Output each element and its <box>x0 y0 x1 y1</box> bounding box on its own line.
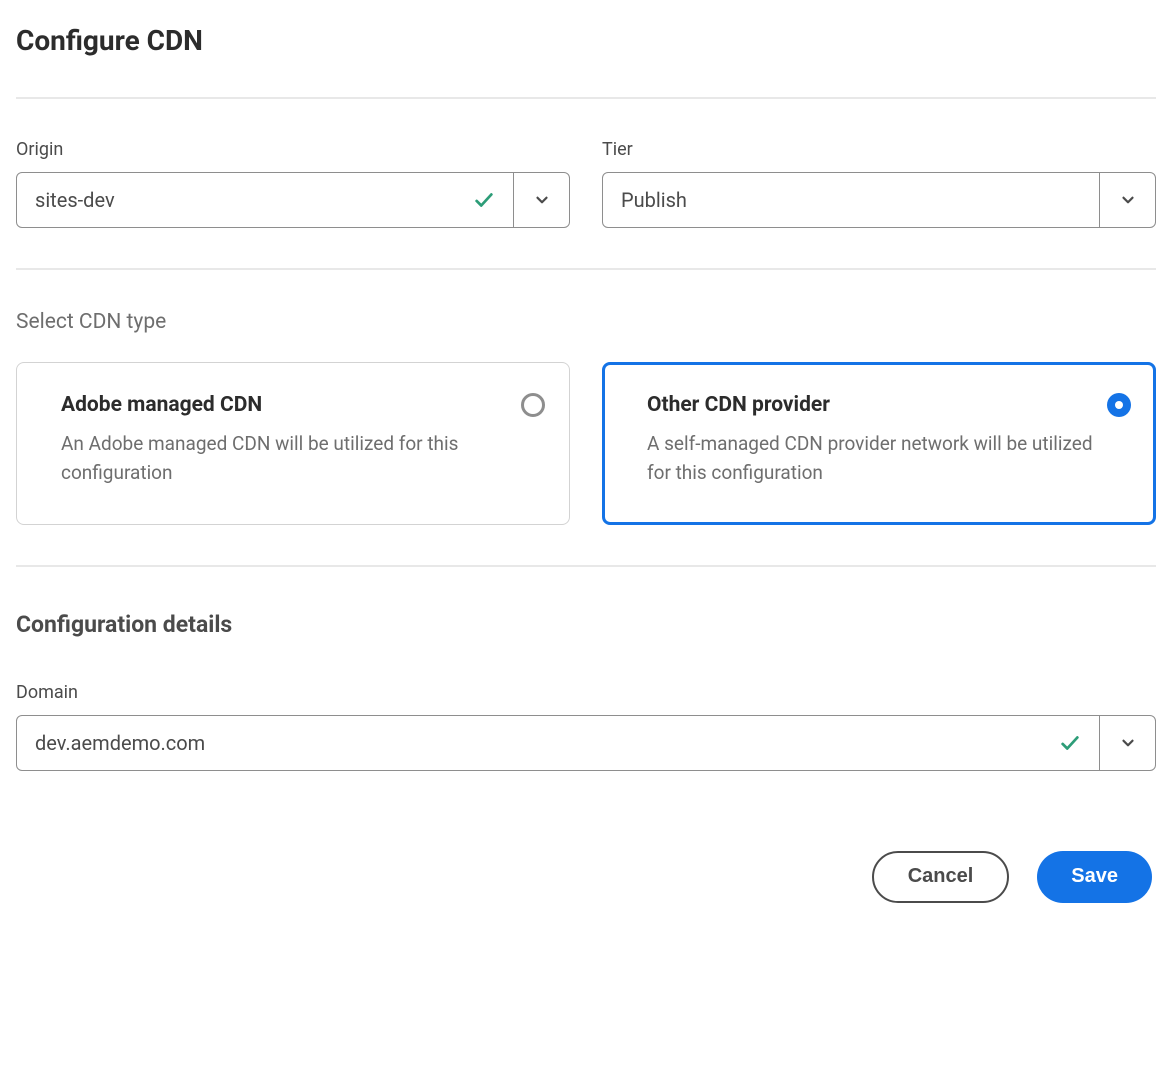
tier-select-toggle[interactable] <box>1099 173 1155 227</box>
origin-label: Origin <box>16 139 570 160</box>
cdn-type-section-label: Select CDN type <box>16 310 1156 334</box>
tier-select-value: Publish <box>603 173 1099 227</box>
divider <box>16 268 1156 270</box>
cdn-option-adobe[interactable]: Adobe managed CDN An Adobe managed CDN w… <box>16 362 570 525</box>
cdn-type-options: Adobe managed CDN An Adobe managed CDN w… <box>16 362 1156 525</box>
checkmark-icon <box>1059 732 1081 754</box>
origin-select-toggle[interactable] <box>513 173 569 227</box>
origin-select-value: sites-dev <box>17 173 513 227</box>
tier-group: Tier Publish <box>602 139 1156 228</box>
cdn-option-other[interactable]: Other CDN provider A self-managed CDN pr… <box>602 362 1156 525</box>
cdn-option-desc: A self-managed CDN provider network will… <box>647 429 1111 488</box>
domain-select-value: dev.aemdemo.com <box>17 716 1099 770</box>
cdn-option-desc: An Adobe managed CDN will be utilized fo… <box>61 429 525 488</box>
chevron-down-icon <box>533 191 551 209</box>
origin-tier-row: Origin sites-dev Tier Publish <box>16 139 1156 228</box>
page-title: Configure CDN <box>16 24 1156 57</box>
tier-select[interactable]: Publish <box>602 172 1156 228</box>
origin-value-text: sites-dev <box>35 188 463 212</box>
cancel-button[interactable]: Cancel <box>872 851 1010 903</box>
domain-group: Domain dev.aemdemo.com <box>16 682 1156 771</box>
checkmark-icon <box>473 189 495 211</box>
domain-label: Domain <box>16 682 1156 703</box>
cdn-option-title: Adobe managed CDN <box>61 393 525 417</box>
cdn-option-title: Other CDN provider <box>647 393 1111 417</box>
domain-select[interactable]: dev.aemdemo.com <box>16 715 1156 771</box>
domain-value-text: dev.aemdemo.com <box>35 731 1049 755</box>
domain-select-toggle[interactable] <box>1099 716 1155 770</box>
chevron-down-icon <box>1119 191 1137 209</box>
chevron-down-icon <box>1119 734 1137 752</box>
divider <box>16 97 1156 99</box>
tier-value-text: Publish <box>621 188 1081 212</box>
radio-unselected-icon <box>521 393 545 417</box>
origin-select[interactable]: sites-dev <box>16 172 570 228</box>
origin-group: Origin sites-dev <box>16 139 570 228</box>
divider <box>16 565 1156 567</box>
config-details-section: Configuration details Domain dev.aemdemo… <box>16 611 1156 771</box>
radio-selected-icon <box>1107 393 1131 417</box>
save-button[interactable]: Save <box>1037 851 1152 903</box>
tier-label: Tier <box>602 139 1156 160</box>
config-details-heading: Configuration details <box>16 611 1156 638</box>
footer-actions: Cancel Save <box>16 851 1156 903</box>
